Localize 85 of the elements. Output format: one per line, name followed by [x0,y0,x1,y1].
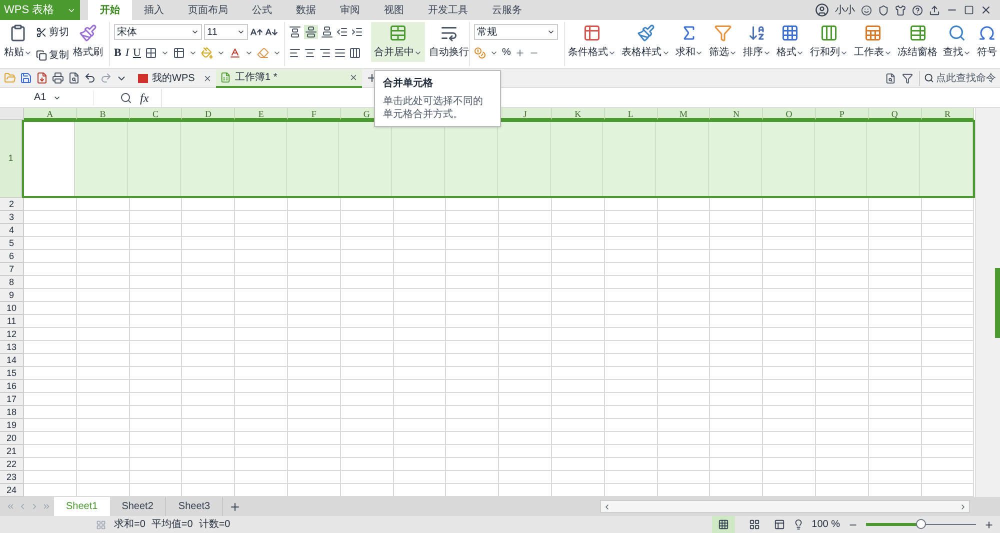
row-header[interactable]: 12 [0,328,24,341]
row-header[interactable]: 10 [0,302,24,315]
row-header[interactable]: 5 [0,237,24,250]
row-header[interactable]: 19 [0,419,24,432]
row-header[interactable]: 22 [0,458,24,471]
column-header[interactable]: O [763,108,816,120]
app-menu-button[interactable]: WPS 表格 [0,0,80,20]
ribbon-tool-button[interactable]: 工作表 [854,22,892,60]
ribbon-tab[interactable]: 插入 [132,0,176,20]
column-header[interactable]: R [922,108,974,120]
format-painter-button[interactable]: 格式刷 [73,22,103,60]
command-search-field[interactable]: 点此查找命令 [919,70,996,86]
document-tab[interactable]: 工作簿1 * [216,68,362,88]
ribbon-tab[interactable]: 公式 [240,0,284,20]
ribbon-tool-button[interactable]: 求和 [675,22,704,60]
number-format-field[interactable]: 常规 [474,24,558,40]
document-tab[interactable]: 我的WPS [134,68,216,88]
ribbon-tool-button[interactable]: 筛选 [709,22,738,60]
font-size-field[interactable]: 11 [204,24,248,40]
row-header[interactable]: 13 [0,341,24,354]
column-header[interactable]: L [604,108,658,120]
row-header[interactable]: 11 [0,315,24,328]
ribbon-tool-button[interactable]: 行和列 [810,22,848,60]
row-header[interactable]: 4 [0,224,24,237]
ribbon-tool-button[interactable]: 条件格式 [568,22,616,60]
ribbon-tool-button[interactable]: 冻结窗格 [898,22,938,60]
copy-button[interactable]: 复制 [36,48,69,63]
row-header[interactable]: 14 [0,354,24,367]
ribbon-tab[interactable]: 云服务 [480,0,534,20]
column-header[interactable]: N [710,108,764,120]
row-header[interactable]: 21 [0,445,24,458]
column-header[interactable]: K [552,108,605,120]
ribbon-tool-button[interactable]: 符号 [976,22,997,60]
ribbon-tab[interactable]: 开始 [88,0,132,20]
underline-button[interactable]: U [133,45,141,62]
column-header[interactable]: E [235,108,288,120]
row-header[interactable]: 15 [0,367,24,380]
font-name-field[interactable]: 宋体 [114,24,202,40]
status-text: 计数=0 [198,518,230,532]
row-header[interactable]: 3 [0,211,24,224]
column-header[interactable]: P [816,108,869,120]
bold-button[interactable]: B [114,45,122,62]
wrap-text-button[interactable]: 自动换行 [429,22,469,60]
column-header[interactable]: C [130,108,182,120]
ribbon-tab[interactable]: 数据 [284,0,328,20]
column-header[interactable]: M [658,108,710,120]
column-header[interactable]: A [24,108,77,120]
row-header[interactable]: 6 [0,250,24,263]
ribbon-tool-button[interactable]: 格式 [776,22,804,60]
name-box[interactable]: A1 [2,90,94,106]
user-name[interactable]: 小小 [835,2,855,18]
ribbon-tool-button[interactable]: 查找 [943,22,972,60]
row-header[interactable]: 24 [0,484,24,497]
row-header[interactable]: 18 [0,406,24,419]
row-header[interactable]: 20 [0,432,24,445]
row-header[interactable]: 16 [0,380,24,393]
column-header[interactable]: J [499,108,552,120]
column-header[interactable]: B [76,108,130,120]
column-header[interactable]: Q [868,108,922,120]
merge-center-button[interactable]: 合并居中 [371,22,425,62]
zoom-reading[interactable]: 100 % [812,517,840,532]
cut-button[interactable]: 剪切 [36,25,69,40]
ribbon-tab[interactable]: 开发工具 [416,0,480,20]
row-header[interactable]: 9 [0,289,24,302]
row-header[interactable]: 23 [0,471,24,484]
status-text: 求和=0 [114,518,146,532]
ribbon-tab[interactable]: 页面布局 [176,0,240,20]
ribbon-tool-button[interactable]: 表格样式 [622,22,670,60]
italic-button[interactable]: I [125,45,130,62]
row-header[interactable]: 7 [0,263,24,276]
status-text: 平均值=0 [151,518,193,532]
ribbon-tool-button[interactable]: 排序 [742,22,771,60]
tooltip-title: 合并单元格 [383,76,434,91]
function-label[interactable]: fx [140,88,149,106]
column-header[interactable]: F [288,108,341,120]
row-header[interactable]: 8 [0,276,24,289]
ribbon-tab[interactable]: 审阅 [328,0,372,20]
percent-button[interactable]: % [502,45,511,60]
row-header[interactable]: 1 [0,120,22,198]
row-header[interactable]: 2 [0,198,24,211]
row-header[interactable]: 17 [0,393,24,406]
paste-button[interactable]: 粘贴 [4,22,32,60]
column-header[interactable]: D [182,108,236,120]
ribbon-tab[interactable]: 视图 [372,0,416,20]
sheet-tab[interactable]: Sheet1 [54,497,110,516]
